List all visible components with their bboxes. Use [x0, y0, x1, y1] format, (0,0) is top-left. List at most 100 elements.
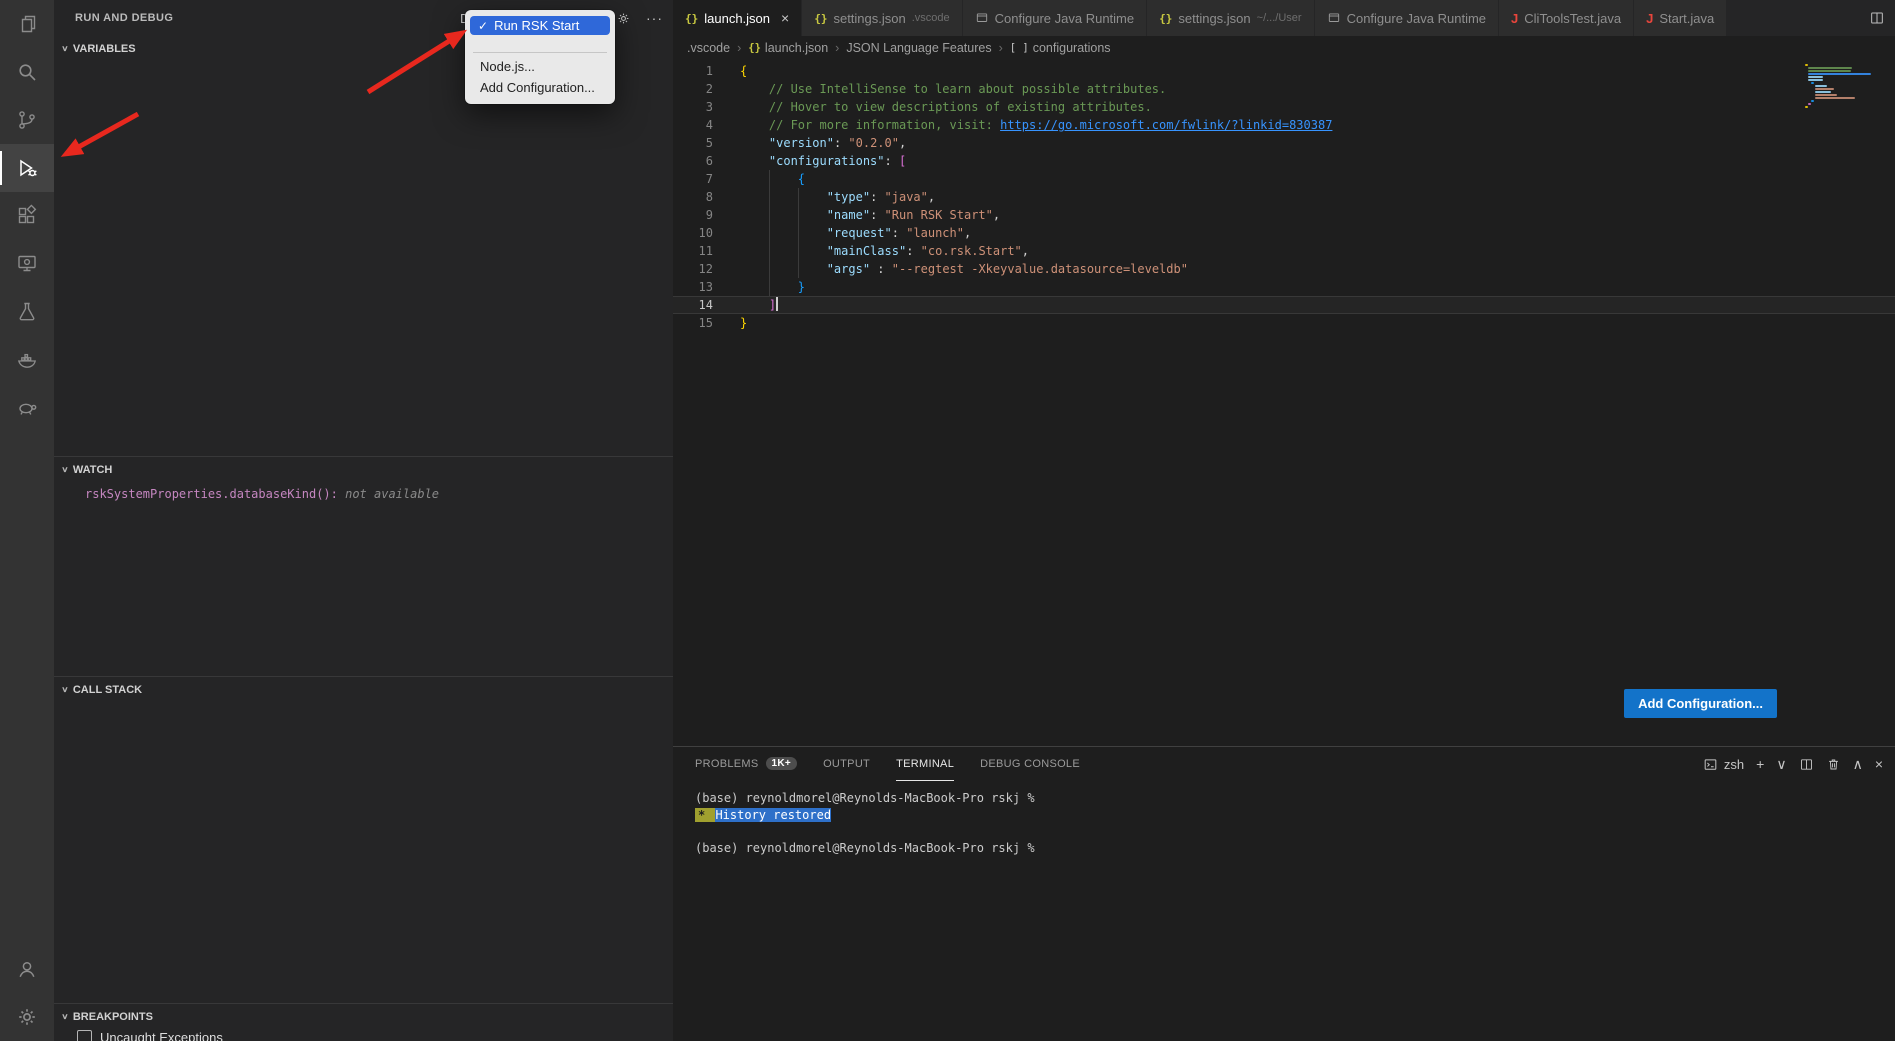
activity-item-settings[interactable]: [0, 993, 54, 1041]
add-configuration-button[interactable]: Add Configuration...: [1624, 689, 1777, 718]
code-line: 2 // Use IntelliSense to learn about pos…: [673, 80, 1895, 98]
activity-bar-main: [0, 0, 54, 432]
activity-item-docker[interactable]: [0, 336, 54, 384]
minimap-line: [1808, 73, 1870, 75]
line-text: "version": "0.2.0",: [713, 134, 906, 152]
code-line: 6 "configurations": [: [673, 152, 1895, 170]
editor-tab-1[interactable]: {}launch.json×: [673, 0, 802, 36]
editor-tab-5[interactable]: Configure Java Runtime: [1315, 0, 1499, 36]
activity-item-explorer[interactable]: [0, 0, 54, 48]
minimap-line: [1805, 106, 1808, 108]
breadcrumb-item[interactable]: .vscode: [687, 41, 730, 55]
breakpoint-checkbox[interactable]: [77, 1030, 92, 1041]
breadcrumb-label: launch.json: [765, 41, 828, 55]
editor-tab-7[interactable]: JStart.java: [1634, 0, 1727, 36]
menu-item-run-rsk-start[interactable]: ✓ Run RSK Start: [470, 16, 610, 35]
code-editor[interactable]: 1 {2 // Use IntelliSense to learn about p…: [673, 60, 1895, 746]
terminal-line: * History restored: [695, 807, 1895, 824]
more-actions-icon[interactable]: ···: [646, 13, 663, 23]
editor-tab-4[interactable]: {}settings.json~/.../User: [1147, 0, 1314, 36]
editor-tab-6[interactable]: J CliToolsTest.java: [1499, 0, 1634, 36]
checkmark-icon: ✓: [478, 19, 488, 33]
breadcrumb-label: .vscode: [687, 41, 730, 55]
history-restored-highlight: History restored: [715, 808, 831, 822]
activity-item-source-control[interactable]: [0, 96, 54, 144]
activity-item-search[interactable]: [0, 48, 54, 96]
activity-item-account[interactable]: [0, 945, 54, 993]
minimap-line: [1815, 97, 1855, 99]
terminal-content[interactable]: (base) reynoldmorel@Reynolds-MacBook-Pro…: [673, 781, 1895, 856]
terminal-icon: [1703, 757, 1718, 772]
code-line: 15}: [673, 314, 1895, 332]
split-terminal-icon[interactable]: [1799, 757, 1814, 772]
split-editor-icon[interactable]: [1869, 10, 1885, 26]
watch-section-header[interactable]: ∨ WATCH: [54, 457, 673, 482]
breakpoints-section-header[interactable]: ∨ BREAKPOINTS: [54, 1004, 673, 1029]
indent-guide: [798, 188, 799, 278]
breadcrumb-separator-icon: ›: [737, 41, 741, 55]
shell-picker[interactable]: zsh: [1703, 757, 1744, 772]
java-file-icon: J: [1511, 11, 1518, 26]
editor-tab-2[interactable]: {}settings.json.vscode: [802, 0, 962, 36]
tab-label: settings.json: [833, 11, 905, 26]
activity-item-run-debug[interactable]: [0, 144, 54, 192]
code-line: 5 "version": "0.2.0",: [673, 134, 1895, 152]
breadcrumb-label: JSON Language Features: [846, 41, 991, 55]
config-menu-items: Node.js...Add Configuration...: [465, 56, 615, 98]
activity-item-turtle[interactable]: [0, 384, 54, 432]
problems-badge: 1K+: [766, 757, 798, 770]
editor-tabs: {}launch.json×{}settings.json.vscode Conf…: [673, 0, 1727, 36]
breadcrumb-item[interactable]: {}launch.json: [748, 41, 828, 55]
code-line: 14 ]: [673, 296, 1895, 314]
selected-configuration-label: Run RSK Start: [494, 18, 579, 33]
tab-label: Configure Java Runtime: [995, 11, 1134, 26]
panel-tab-problems[interactable]: PROBLEMS 1K+: [695, 747, 797, 781]
breadcrumb-separator-icon: ›: [999, 41, 1003, 55]
line-text: "configurations": [: [713, 152, 906, 170]
panel-tab-label: PROBLEMS: [695, 758, 759, 770]
panel-tab-debug-console[interactable]: DEBUG CONSOLE: [980, 747, 1080, 781]
tab-label: CliToolsTest.java: [1524, 11, 1621, 26]
line-text: // Hover to view descriptions of existin…: [713, 98, 1152, 116]
minimap-line: [1808, 79, 1823, 81]
activity-item-extensions[interactable]: [0, 192, 54, 240]
breakpoint-row[interactable]: Uncaught Exceptions: [54, 1030, 673, 1041]
breadcrumb-item[interactable]: JSON Language Features: [846, 41, 991, 55]
activity-bar-bottom: [0, 945, 54, 1041]
menu-item-node-js-[interactable]: Node.js...: [465, 56, 615, 77]
call-stack-section-header[interactable]: ∨ CALL STACK: [54, 677, 673, 702]
json-file-icon: {}: [685, 12, 698, 25]
line-number: 3: [673, 98, 713, 116]
minimap[interactable]: [1805, 64, 1885, 109]
activity-item-remote-explorer[interactable]: [0, 240, 54, 288]
kill-terminal-icon[interactable]: [1826, 757, 1841, 772]
vscode-window: { "colors": { "bracket1": "#ffd700", "br…: [0, 0, 1895, 1041]
line-text: }: [713, 314, 747, 332]
code-line: 3 // Hover to view descriptions of exist…: [673, 98, 1895, 116]
runtime-file-icon: [975, 11, 989, 25]
editor-tab-3[interactable]: Configure Java Runtime: [963, 0, 1147, 36]
debug-settings-gear-icon[interactable]: [616, 11, 631, 26]
activity-item-testing[interactable]: [0, 288, 54, 336]
minimap-line: [1815, 88, 1834, 90]
breakpoint-label: Uncaught Exceptions: [100, 1030, 223, 1041]
line-text: "mainClass": "co.rsk.Start",: [713, 242, 1029, 260]
menu-item-add-configuration-[interactable]: Add Configuration...: [465, 77, 615, 98]
line-text: "args" : "--regtest -Xkeyvalue.datasourc…: [713, 260, 1188, 278]
watch-expression[interactable]: rskSystemProperties.databaseKind(): not …: [54, 487, 673, 501]
line-number: 1: [673, 62, 713, 80]
new-terminal-button[interactable]: +: [1756, 757, 1764, 771]
line-text: {: [713, 170, 805, 188]
call-stack-header-label: CALL STACK: [73, 684, 142, 696]
breadcrumb-item[interactable]: [ ]configurations: [1010, 41, 1111, 55]
terminal-profile-chevron-icon[interactable]: ∨: [1776, 757, 1786, 771]
panel-tab-output[interactable]: OUTPUT: [823, 747, 870, 781]
maximize-panel-icon[interactable]: ∧: [1853, 757, 1863, 771]
activity-bar: [0, 0, 54, 1041]
close-panel-icon[interactable]: ×: [1875, 757, 1883, 771]
line-text: // Use IntelliSense to learn about possi…: [713, 80, 1166, 98]
close-tab-icon[interactable]: ×: [781, 11, 789, 25]
watch-expression-value: not available: [338, 487, 439, 501]
panel-tab-terminal[interactable]: TERMINAL: [896, 747, 954, 781]
editor-tab-bar: {}launch.json×{}settings.json.vscode Conf…: [673, 0, 1895, 36]
